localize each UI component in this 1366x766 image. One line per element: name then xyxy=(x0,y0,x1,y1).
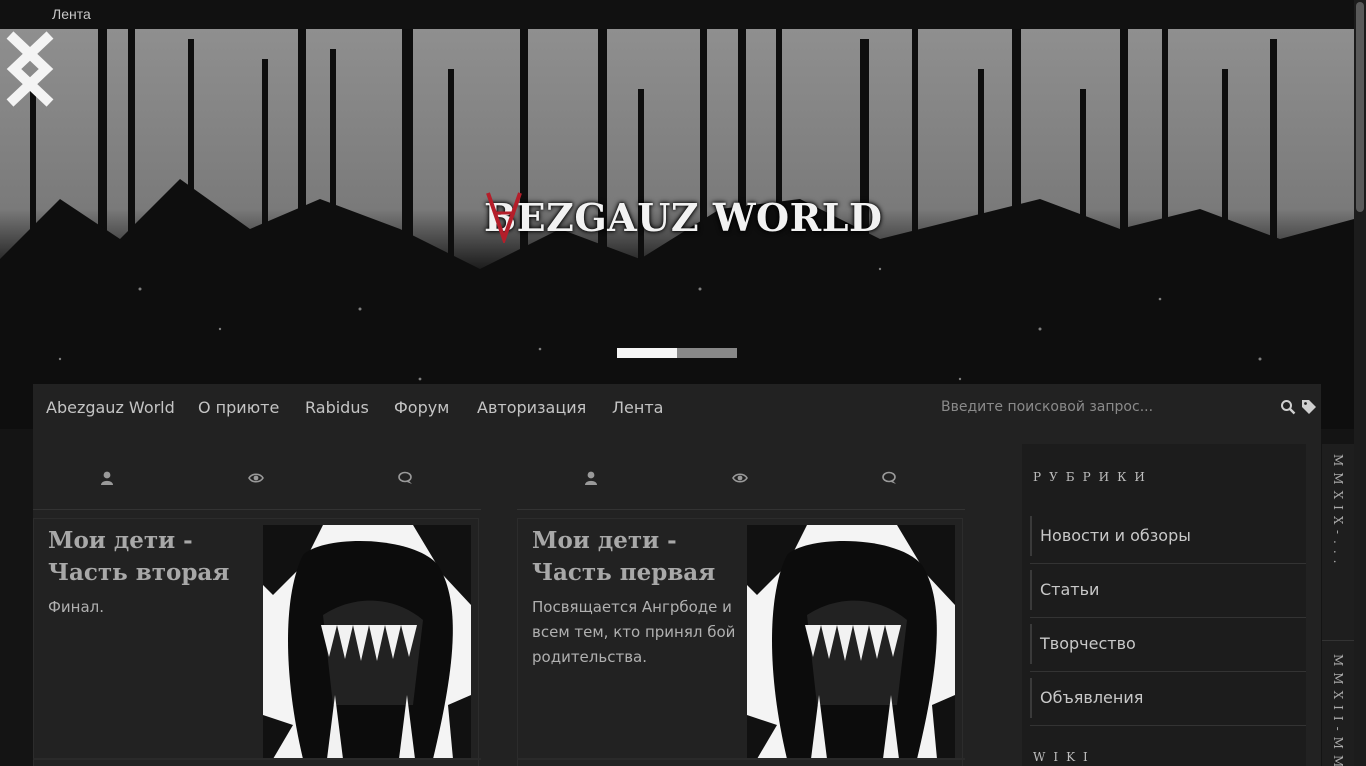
topbar-feed-link[interactable]: Лента xyxy=(52,6,91,22)
post-excerpt: Посвящается Ангрбоде и всем тем, кто при… xyxy=(532,598,736,666)
logo-text: BEZGAUZ WORLD xyxy=(484,194,883,240)
user-icon xyxy=(101,471,113,485)
archive-divider xyxy=(1322,640,1354,641)
post-body: Мои дети - Часть первая Посвящается Ангр… xyxy=(517,518,963,766)
sidebar-item-creativity[interactable]: Творчество xyxy=(1030,618,1306,672)
post-divider xyxy=(33,758,481,760)
sidebar-item-label: Объявления xyxy=(1030,678,1143,718)
sidebar-heading-wiki: WIKI xyxy=(1033,750,1096,764)
search-input[interactable] xyxy=(941,397,1261,417)
sidebar-item-label: Творчество xyxy=(1030,624,1136,664)
eye-icon xyxy=(248,473,264,483)
nav-item-rabidus[interactable]: Rabidus xyxy=(305,398,369,417)
nav-item-forum[interactable]: Форум xyxy=(394,398,449,417)
scrollbar-thumb[interactable] xyxy=(1356,2,1364,212)
archive-label-old[interactable]: MMXII-MMX xyxy=(1331,654,1345,766)
post-title[interactable]: Мои дети - Часть вторая xyxy=(48,525,258,589)
post-divider xyxy=(517,758,965,760)
comments-icon xyxy=(398,471,412,484)
sidebar-heading: РУБРИКИ xyxy=(1033,470,1153,484)
nav-item-about[interactable]: О приюте xyxy=(198,398,279,417)
sidebar-item-label: Новости и обзоры xyxy=(1030,516,1191,556)
post-meta xyxy=(33,444,481,510)
comments-icon xyxy=(882,471,896,484)
post-card: Мои дети - Часть вторая Финал. xyxy=(33,444,481,766)
slider-indicator[interactable] xyxy=(617,348,737,358)
post-excerpt: Финал. xyxy=(48,598,105,616)
sidebar-item-news[interactable]: Новости и обзоры xyxy=(1030,510,1306,564)
nav-item-home[interactable]: Abezgauz World xyxy=(46,398,175,417)
hero-banner: BEZGAUZ WORLD xyxy=(0,29,1354,429)
post-card: Мои дети - Часть первая Посвящается Ангр… xyxy=(517,444,965,766)
site-logo[interactable]: BEZGAUZ WORLD xyxy=(484,189,882,245)
chevron-right-icon[interactable] xyxy=(0,29,60,109)
tag-icon[interactable] xyxy=(1301,399,1317,415)
main-nav: Abezgauz World О приюте Rabidus Форум Ав… xyxy=(33,384,1321,430)
post-meta xyxy=(517,444,965,510)
wolf-illustration xyxy=(747,525,955,759)
post-title[interactable]: Мои дети - Часть первая xyxy=(532,525,742,589)
sidebar-item-articles[interactable]: Статьи xyxy=(1030,564,1306,618)
slider-indicator-active xyxy=(617,348,677,358)
logo-a-mark xyxy=(486,192,522,243)
archive-label-recent[interactable]: MMXIX-... xyxy=(1331,454,1345,569)
top-bar: Лента xyxy=(0,0,1354,29)
search-icon[interactable] xyxy=(1280,399,1296,415)
eye-icon xyxy=(732,473,748,483)
page-scrollbar[interactable] xyxy=(1354,0,1366,766)
nav-item-feed[interactable]: Лента xyxy=(612,398,663,417)
nav-item-login[interactable]: Авторизация xyxy=(477,398,586,417)
wolf-illustration xyxy=(263,525,471,759)
sidebar-item-label: Статьи xyxy=(1030,570,1099,610)
archive-strip: MMXIX-... MMXII-MMX xyxy=(1322,444,1354,766)
post-thumbnail[interactable] xyxy=(263,525,471,759)
sidebar-categories: РУБРИКИ Новости и обзоры Статьи Творчест… xyxy=(1022,444,1306,766)
post-body: Мои дети - Часть вторая Финал. xyxy=(33,518,479,766)
sidebar-item-announcements[interactable]: Объявления xyxy=(1030,672,1306,726)
user-icon xyxy=(585,471,597,485)
post-thumbnail[interactable] xyxy=(747,525,955,759)
